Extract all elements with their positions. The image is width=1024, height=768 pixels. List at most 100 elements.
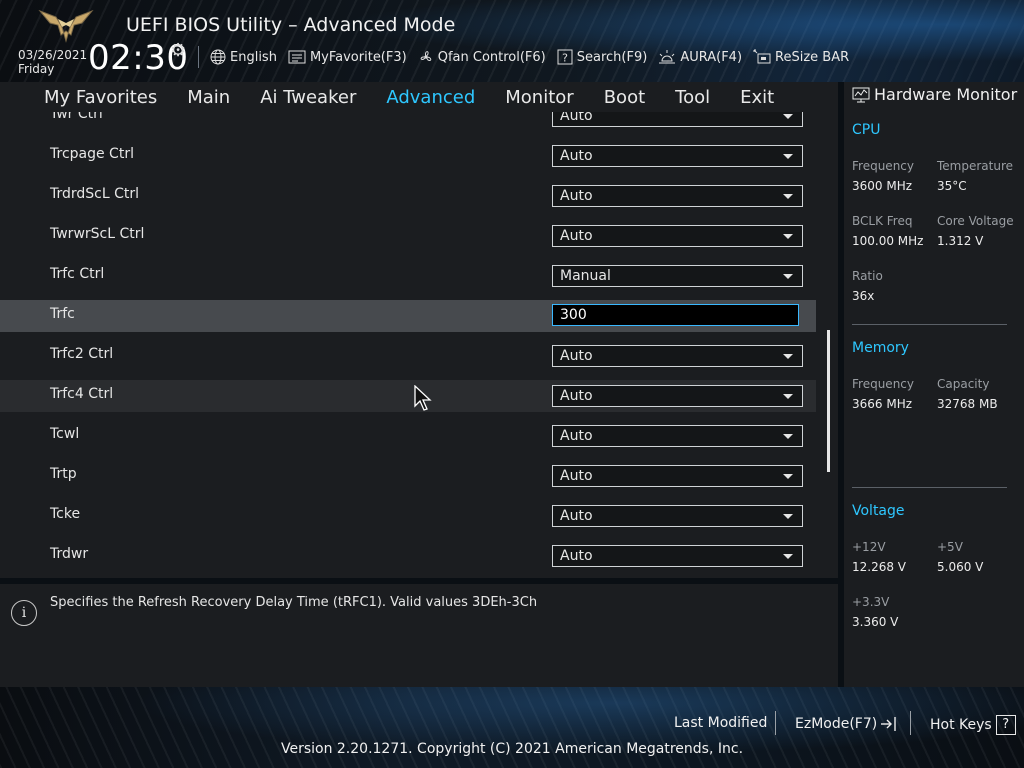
scrollbar[interactable] <box>827 330 830 472</box>
date-text: 03/26/2021 <box>18 48 88 62</box>
setting-dropdown[interactable]: Auto <box>552 145 803 167</box>
trfc-value-input[interactable]: 300 <box>552 304 799 326</box>
dropdown-value: Auto <box>560 388 593 404</box>
v5-value: 5.060 V <box>937 560 984 574</box>
header-divider <box>198 46 199 68</box>
dropdown-value: Auto <box>560 468 593 484</box>
language-label: English <box>230 49 277 65</box>
v5-label: +5V <box>937 540 963 554</box>
tab-ai-tweaker[interactable]: Ai Tweaker <box>245 87 371 108</box>
memory-capacity-label: Capacity <box>937 377 990 391</box>
setting-row-hover[interactable]: Trfc4 Ctrl Auto <box>0 380 816 412</box>
dropdown-value: Auto <box>560 188 593 204</box>
search-icon: ? <box>557 49 573 65</box>
core-voltage-value: 1.312 V <box>937 234 984 248</box>
caret-down-icon <box>783 114 793 119</box>
tab-advanced[interactable]: Advanced <box>371 87 490 114</box>
resize-bar-button[interactable]: ReSize BAR <box>753 49 849 65</box>
fan-icon <box>420 51 431 61</box>
setting-dropdown[interactable]: Auto <box>552 185 803 207</box>
caret-down-icon <box>783 354 793 359</box>
setting-dropdown[interactable]: Auto <box>552 112 803 127</box>
caret-down-icon <box>783 154 793 159</box>
monitor-icon <box>852 87 870 102</box>
qfan-control-button[interactable]: Qfan Control(F6) <box>418 49 546 65</box>
cpu-temperature-label: Temperature <box>937 159 1014 173</box>
caret-down-icon <box>783 394 793 399</box>
caret-down-icon <box>783 274 793 279</box>
setting-dropdown[interactable]: Auto <box>552 505 803 527</box>
setting-dropdown[interactable]: Auto <box>552 345 803 367</box>
tuf-logo <box>38 9 94 43</box>
header: UEFI BIOS Utility – Advanced Mode 03/26/… <box>0 0 1024 82</box>
setting-label: Trfc Ctrl <box>50 266 105 282</box>
last-modified-button[interactable]: Last Modified <box>674 715 767 731</box>
setting-row[interactable]: Trfc Ctrl Manual <box>0 260 816 292</box>
mouse-pointer-icon <box>414 385 432 411</box>
help-text: Specifies the Refresh Recovery Delay Tim… <box>50 595 538 610</box>
dropdown-value: Auto <box>560 428 593 444</box>
setting-dropdown[interactable]: Auto <box>552 425 803 447</box>
cpu-frequency-label: Frequency <box>852 159 914 173</box>
help-question-icon: ? <box>995 715 1016 735</box>
hotkeys-button[interactable]: Hot Keys ? <box>930 715 1016 735</box>
caret-down-icon <box>783 194 793 199</box>
setting-row[interactable]: TwrwrScL Ctrl Auto <box>0 220 816 252</box>
setting-dropdown[interactable]: Auto <box>552 225 803 247</box>
search-label: Search(F9) <box>576 49 648 65</box>
aura-label: AURA(F4) <box>680 49 743 65</box>
setting-row[interactable]: TrdrdScL Ctrl Auto <box>0 180 816 212</box>
bclk-value: 100.00 MHz <box>852 234 924 248</box>
tab-my-favorites[interactable]: My Favorites <box>0 87 172 108</box>
language-button[interactable]: English <box>210 49 277 65</box>
tab-monitor[interactable]: Monitor <box>490 87 588 108</box>
search-button[interactable]: ? Search(F9) <box>557 49 648 65</box>
tab-exit[interactable]: Exit <box>725 87 789 108</box>
setting-row[interactable]: Tcke Auto <box>0 500 816 532</box>
setting-dropdown[interactable]: Auto <box>552 545 803 567</box>
setting-row[interactable]: Tcwl Auto <box>0 420 816 452</box>
cpu-temperature-value: 35°C <box>937 179 967 193</box>
setting-dropdown[interactable]: Manual <box>552 265 803 287</box>
setting-label: TwrwrScL Ctrl <box>50 226 145 242</box>
setting-row[interactable]: Trdwr Auto <box>0 540 816 572</box>
ezmode-label: EzMode(F7) <box>795 716 878 732</box>
tab-tool[interactable]: Tool <box>660 87 725 108</box>
version-text: Version 2.20.1271. Copyright (C) 2021 Am… <box>280 741 744 757</box>
setting-row[interactable]: Twr Ctrl Auto <box>0 112 816 132</box>
v12-value: 12.268 V <box>852 560 907 574</box>
setting-label: Twr Ctrl <box>50 112 103 122</box>
dropdown-value: Auto <box>560 348 593 364</box>
caret-down-icon <box>783 434 793 439</box>
globe-icon <box>210 49 226 65</box>
ratio-value: 36x <box>852 289 875 303</box>
v33-label: +3.3V <box>852 595 890 609</box>
setting-row-selected[interactable]: Trfc 300 <box>0 300 816 332</box>
setting-dropdown[interactable]: Auto <box>552 385 803 407</box>
memory-frequency-label: Frequency <box>852 377 914 391</box>
footer: Last Modified EzMode(F7) Hot Keys ? Vers… <box>0 687 1024 768</box>
voltage-section-title: Voltage <box>852 503 905 519</box>
gear-icon[interactable]: ⚙ <box>170 40 186 61</box>
settings-list: Twr Ctrl Auto Trcpage Ctrl Auto TrdrdScL… <box>0 112 838 578</box>
setting-row[interactable]: Trfc2 Ctrl Auto <box>0 340 816 372</box>
tab-main[interactable]: Main <box>172 87 245 108</box>
setting-label: Trfc2 Ctrl <box>50 346 114 362</box>
dropdown-value: Auto <box>560 508 593 524</box>
dropdown-value: Auto <box>560 112 593 124</box>
help-panel: i Specifies the Refresh Recovery Delay T… <box>0 584 838 687</box>
aura-icon <box>659 50 676 64</box>
app-title: UEFI BIOS Utility – Advanced Mode <box>126 14 456 36</box>
setting-row[interactable]: Trcpage Ctrl Auto <box>0 140 816 172</box>
core-voltage-label: Core Voltage <box>937 214 1014 228</box>
cpu-frequency-value: 3600 MHz <box>852 179 913 193</box>
tab-boot[interactable]: Boot <box>589 87 660 108</box>
setting-row[interactable]: Trtp Auto <box>0 460 816 492</box>
setting-dropdown[interactable]: Auto <box>552 465 803 487</box>
ezmode-button[interactable]: EzMode(F7) <box>795 715 899 733</box>
resize-bar-label: ReSize BAR <box>775 49 850 65</box>
aura-button[interactable]: AURA(F4) <box>658 49 742 65</box>
myfavorite-button[interactable]: MyFavorite(F3) <box>288 50 407 65</box>
caret-down-icon <box>783 514 793 519</box>
dropdown-value: Auto <box>560 148 593 164</box>
